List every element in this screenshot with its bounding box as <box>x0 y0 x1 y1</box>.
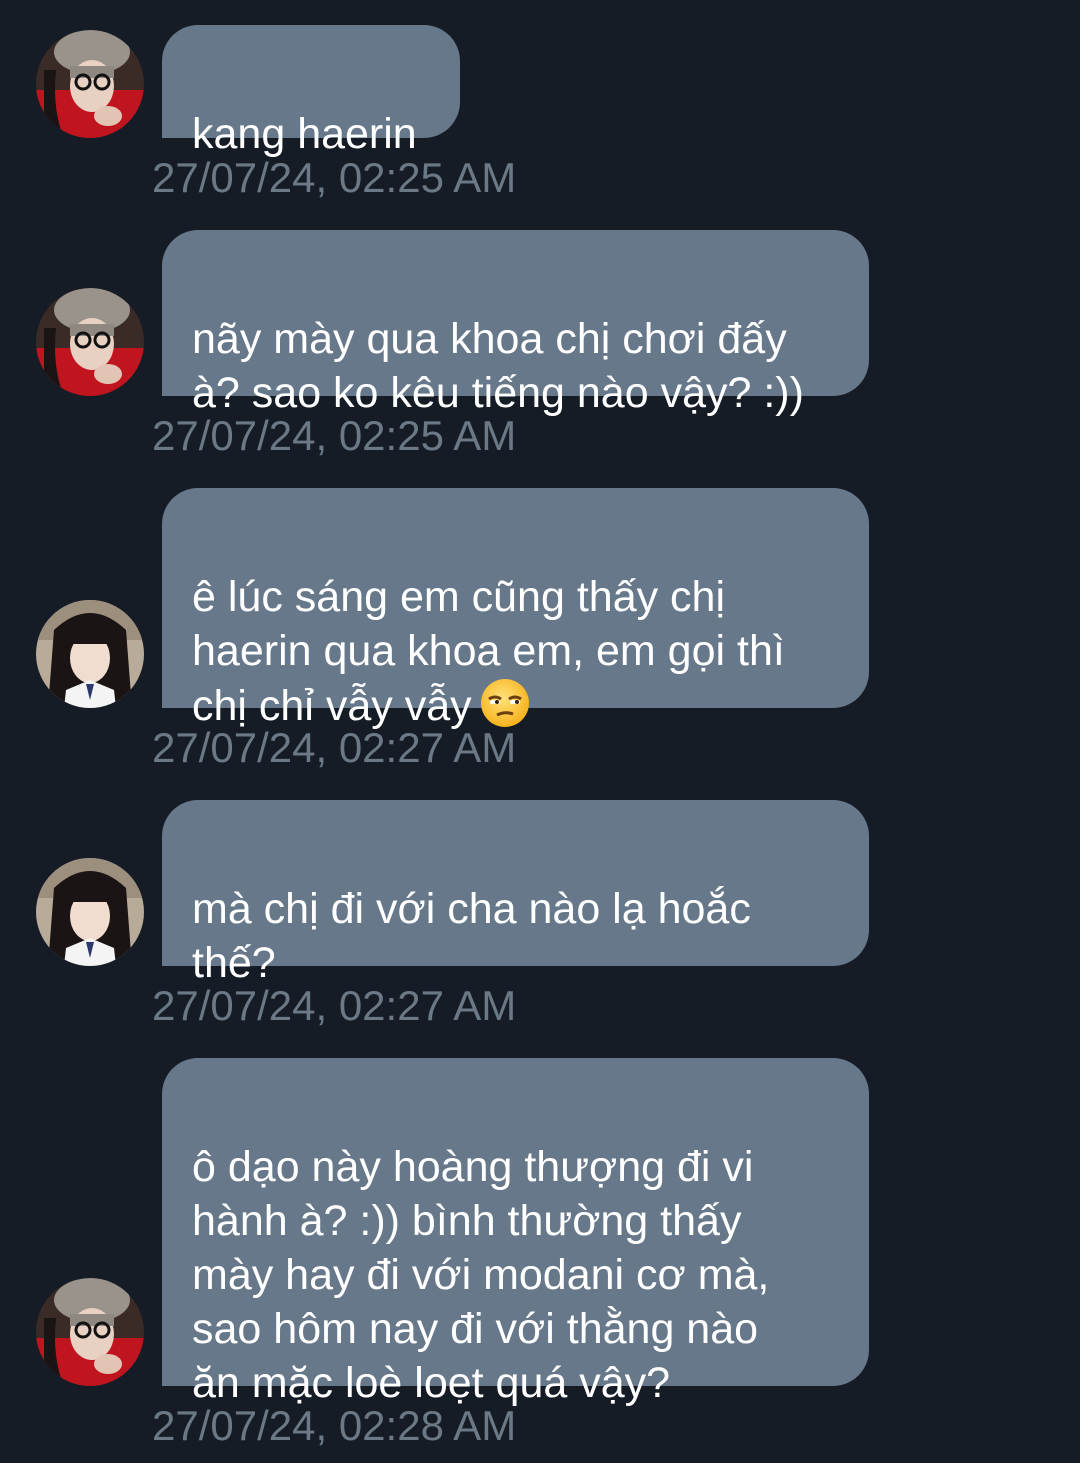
message-timestamp: 27/07/24, 02:27 AM <box>152 724 517 771</box>
message-text: ô dạo này hoàng thượng đi vi hành à? :))… <box>192 1143 770 1407</box>
message-bubble[interactable]: kang haerin <box>162 25 460 158</box>
hanni-avatar[interactable] <box>36 858 144 966</box>
message-text: kang haerin <box>192 110 417 158</box>
message-bubble[interactable]: ê lúc sáng em cũng thấy chị haerin qua k… <box>162 488 869 730</box>
message-timestamp: 27/07/24, 02:25 AM <box>152 154 517 201</box>
unamused-face-icon <box>480 679 529 727</box>
message-text: nãy mày qua khoa chị chơi đấy à? sao ko … <box>192 315 804 417</box>
message-timestamp: 27/07/24, 02:27 AM <box>152 982 517 1029</box>
message-timestamp: 27/07/24, 02:28 AM <box>152 1402 517 1449</box>
haerin-avatar[interactable] <box>36 1278 144 1386</box>
message-text: mà chị đi với cha nào lạ hoắc thế? <box>192 885 751 987</box>
haerin-avatar[interactable] <box>36 30 144 138</box>
message-bubble[interactable]: nãy mày qua khoa chị chơi đấy à? sao ko … <box>162 230 869 417</box>
message-timestamp: 27/07/24, 02:25 AM <box>152 412 517 459</box>
message-bubble[interactable]: ô dạo này hoàng thượng đi vi hành à? :))… <box>162 1058 869 1407</box>
hanni-avatar[interactable] <box>36 600 144 708</box>
message-bubble[interactable]: mà chị đi với cha nào lạ hoắc thế? <box>162 800 869 987</box>
chat-screen: kang haerin 27/07/24, 02:25 AM nãy mày q… <box>0 0 1080 1463</box>
haerin-avatar[interactable] <box>36 288 144 396</box>
